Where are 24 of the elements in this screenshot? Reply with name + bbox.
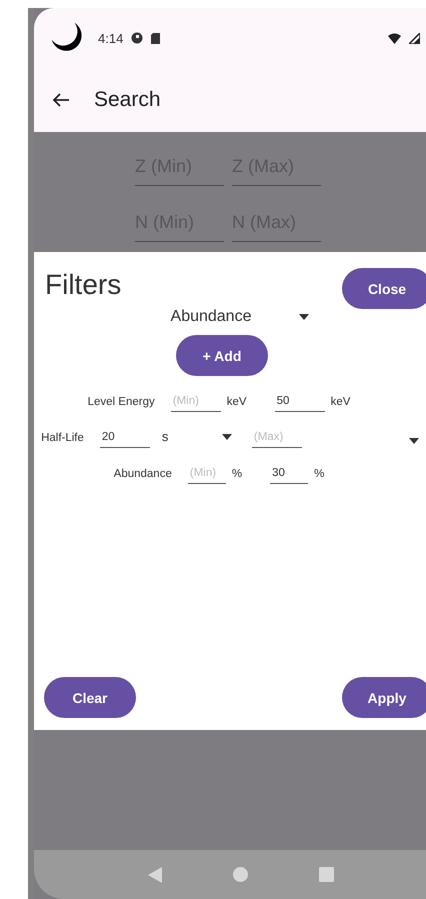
sd-card-icon (151, 32, 160, 44)
caret-icon[interactable] (408, 438, 419, 444)
unit-label: keV (330, 396, 350, 410)
app-title: Search (94, 88, 161, 112)
close-button[interactable]: Close (342, 268, 426, 309)
unit-dropdown[interactable]: s (162, 429, 168, 444)
filter-label: Half-Life (41, 432, 84, 446)
apply-button[interactable]: Apply (342, 677, 426, 718)
back-arrow-icon[interactable] (52, 92, 70, 108)
caret-icon[interactable] (222, 434, 232, 440)
clear-button[interactable]: Clear (44, 677, 136, 718)
signal-icon (409, 32, 420, 44)
caret-icon[interactable] (299, 314, 310, 320)
dialog-title: Filters (45, 268, 122, 302)
unit-label: % (232, 468, 242, 482)
unit-label: keV (226, 396, 247, 410)
unit-label: % (314, 468, 324, 482)
notification-icon (131, 32, 144, 44)
filter-type-dropdown[interactable]: Abundance (170, 308, 252, 326)
filter-label: Abundance (114, 468, 172, 482)
filter-label: Level Energy (88, 396, 155, 410)
status-time: 4:14 (98, 30, 124, 46)
wifi-icon (388, 32, 401, 44)
add-button[interactable]: + Add (176, 335, 268, 376)
